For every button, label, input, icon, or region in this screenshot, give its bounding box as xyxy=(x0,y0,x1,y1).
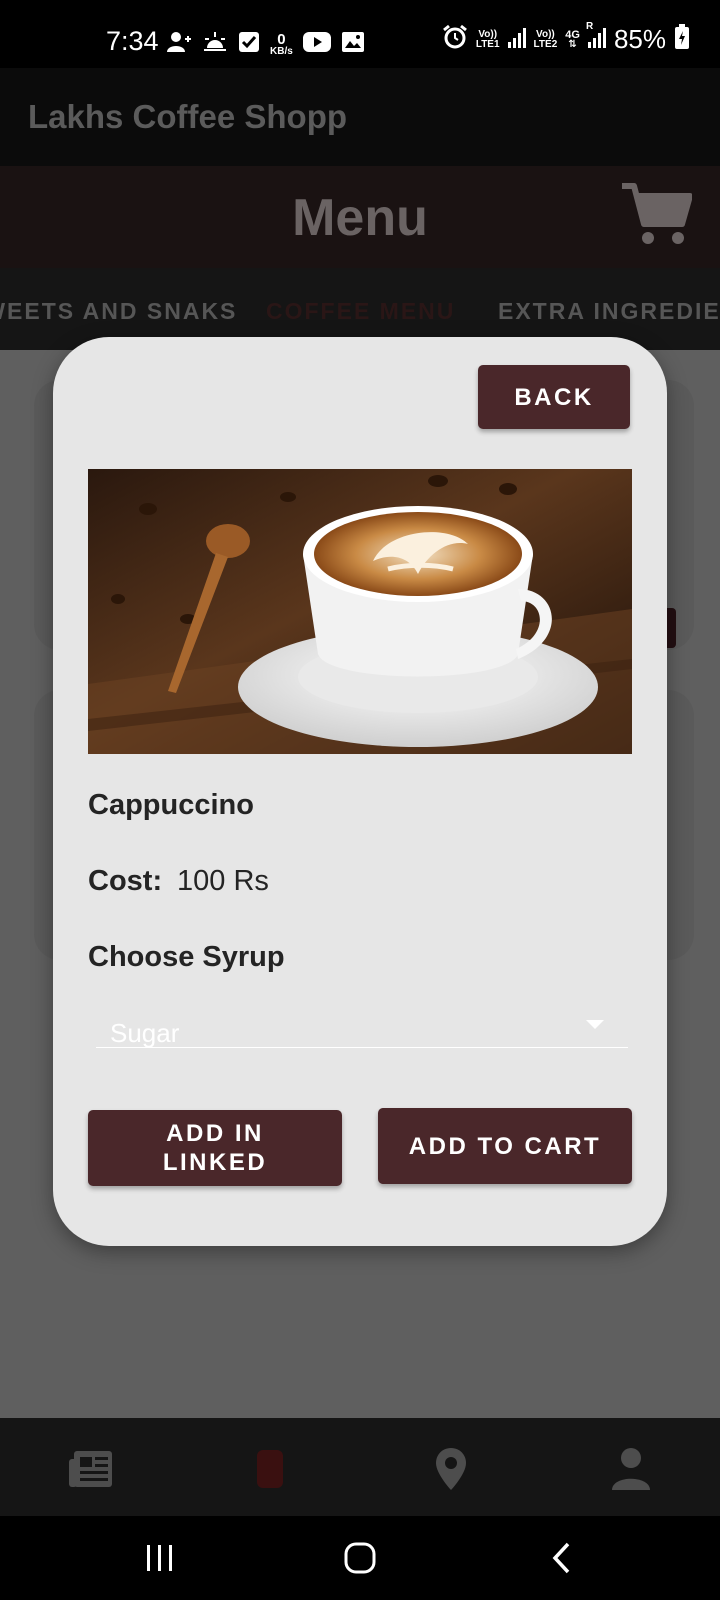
notification-icons: 0 KB/s xyxy=(166,30,365,59)
data-speed-indicator: 0 KB/s xyxy=(270,30,293,57)
tab-coffee-menu[interactable]: COFFEE MENU xyxy=(266,298,455,325)
signal-icon xyxy=(507,26,526,53)
app-title: Lakhs Coffee Shopp xyxy=(28,98,348,135)
cost-value: 100 Rs xyxy=(177,865,269,897)
add-in-linked-button[interactable]: ADD IN LINKED xyxy=(88,1110,342,1186)
tab-sweets-and-snacks[interactable]: SWEETS AND SNAKS xyxy=(0,298,237,325)
sunrise-icon xyxy=(202,30,228,59)
person-add-icon xyxy=(166,30,192,59)
status-right: Vo)) LTE1 Vo)) LTE2 4G ⇅ R 85% xyxy=(442,22,690,55)
recents-icon[interactable] xyxy=(138,1536,182,1580)
battery-percent: 85% xyxy=(613,24,666,54)
location-pin-icon[interactable] xyxy=(426,1444,476,1494)
add-in-linked-label: ADD IN LINKED xyxy=(162,1120,268,1176)
checkbox-icon xyxy=(238,31,260,58)
app-bar: Lakhs Coffee Shopp xyxy=(0,68,720,166)
status-bar: 7:34 0 KB/s Vo)) LTE1 Vo)) LTE2 4G ⇅ R 8… xyxy=(0,0,720,68)
tab-extra-ingredients[interactable]: EXTRA INGREDIENTS xyxy=(498,298,720,325)
home-icon[interactable] xyxy=(338,1536,382,1580)
page-title: Menu xyxy=(292,189,428,247)
news-icon[interactable] xyxy=(66,1444,116,1494)
menu-header: Menu xyxy=(0,166,720,268)
back-icon[interactable] xyxy=(540,1536,584,1580)
sim1-indicator: Vo)) LTE1 xyxy=(475,28,500,50)
gallery-icon xyxy=(341,31,365,58)
person-icon[interactable] xyxy=(606,1444,656,1494)
item-name: Cappuccino xyxy=(88,789,254,821)
syrup-selected-value: Sugar xyxy=(110,1018,180,1048)
shopping-cart-icon[interactable] xyxy=(620,178,693,250)
chevron-down-icon xyxy=(586,1020,604,1029)
battery-charging-icon xyxy=(674,24,690,55)
add-to-cart-button[interactable]: ADD TO CART xyxy=(378,1108,632,1184)
cappuccino-photo xyxy=(88,469,632,754)
product-dialog: BACK Cappuccino Cost: 100 Rs Choose Syru… xyxy=(53,337,667,1246)
status-time: 7:34 xyxy=(106,26,159,56)
youtube-icon xyxy=(302,31,331,58)
coffee-cup-icon[interactable] xyxy=(245,1444,295,1494)
back-button[interactable]: BACK xyxy=(478,365,630,429)
syrup-dropdown[interactable]: Sugar xyxy=(96,1012,628,1048)
sim2-indicator: Vo)) LTE2 xyxy=(533,28,558,50)
signal-icon: R xyxy=(586,22,606,53)
alarm-icon xyxy=(442,24,468,55)
syrup-label: Choose Syrup xyxy=(88,941,285,973)
cost-label: Cost: xyxy=(88,865,163,897)
system-navigation xyxy=(0,1516,720,1600)
network-type-indicator: 4G ⇅ xyxy=(565,28,580,50)
bottom-navigation xyxy=(0,1418,720,1516)
